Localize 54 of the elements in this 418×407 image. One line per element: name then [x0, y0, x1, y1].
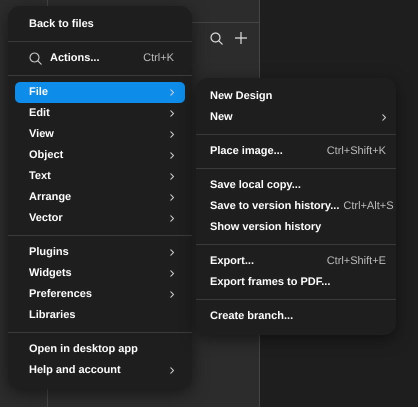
- menu-item[interactable]: Save local copy...: [196, 175, 396, 196]
- menu-item[interactable]: Plugins: [15, 242, 185, 263]
- menu-label: Save to version history...: [210, 199, 340, 214]
- menu-item[interactable]: Text: [15, 166, 185, 187]
- menu-item[interactable]: Export frames to PDF...: [196, 272, 396, 293]
- menu-item[interactable]: Help and account: [15, 360, 185, 381]
- menu-label: Libraries: [29, 308, 76, 324]
- menu-label: Actions...: [50, 51, 101, 66]
- menu-item[interactable]: Place image... Ctrl+Shift+K: [196, 141, 396, 162]
- menu-item[interactable]: Create branch...: [196, 306, 396, 327]
- menu-label: Object: [29, 148, 64, 164]
- menu-item[interactable]: View: [15, 124, 185, 145]
- menu-label: Back to files: [29, 17, 95, 32]
- menu-label: New: [210, 110, 234, 126]
- menu-item[interactable]: New: [196, 107, 396, 128]
- menu-label: Export...: [210, 254, 256, 270]
- shortcut-label: Ctrl+K: [143, 51, 174, 66]
- menu-item[interactable]: Arrange: [15, 187, 185, 208]
- menu-item[interactable]: Open in desktop app: [15, 339, 185, 360]
- menu-label: Help and account: [29, 363, 122, 378]
- plus-icon[interactable]: [235, 32, 247, 44]
- menu-label: Text: [29, 169, 52, 184]
- shortcut-label: Ctrl+Alt+S: [343, 199, 394, 214]
- menu-label: File: [29, 85, 49, 100]
- menu-label: Plugins: [29, 245, 70, 260]
- shortcut-label: Ctrl+Shift+K: [326, 144, 386, 160]
- menu-label: Show version history: [210, 220, 322, 236]
- menu-item[interactable]: Libraries: [15, 305, 185, 326]
- menu-item[interactable]: Export... Ctrl+Shift+E: [196, 251, 396, 272]
- menu-item[interactable]: File: [15, 82, 185, 103]
- search-icon[interactable]: [210, 32, 223, 45]
- menu-item[interactable]: Edit: [15, 103, 185, 124]
- menu-label: Place image...: [210, 144, 284, 160]
- menu-label: Save local copy...: [210, 178, 302, 194]
- menu-label: Create branch...: [210, 309, 294, 324]
- menu-item[interactable]: Preferences: [15, 284, 185, 305]
- shortcut-label: Ctrl+Shift+E: [326, 254, 386, 270]
- menu-label: View: [29, 127, 55, 142]
- menu-item[interactable]: Object: [15, 145, 185, 166]
- menu-item[interactable]: Show version history: [196, 217, 396, 238]
- menu-item[interactable]: Back to files: [15, 14, 185, 35]
- menu-item[interactable]: Actions... Ctrl+K: [15, 48, 185, 69]
- menu-label: Vector: [29, 211, 64, 226]
- menu-label: Preferences: [29, 287, 93, 302]
- menu-label: Export frames to PDF...: [210, 275, 332, 290]
- menu-label: Widgets: [29, 266, 73, 282]
- menu-label: Arrange: [29, 190, 72, 206]
- menu-item[interactable]: Vector: [15, 208, 185, 229]
- menu-label: Edit: [29, 106, 51, 122]
- menu-item[interactable]: Save to version history... Ctrl+Alt+S: [196, 196, 396, 217]
- menu-label: New Design: [210, 89, 274, 104]
- menu-item[interactable]: New Design: [196, 86, 396, 107]
- menu-item[interactable]: Widgets: [15, 263, 185, 284]
- menu-label: Open in desktop app: [29, 342, 139, 358]
